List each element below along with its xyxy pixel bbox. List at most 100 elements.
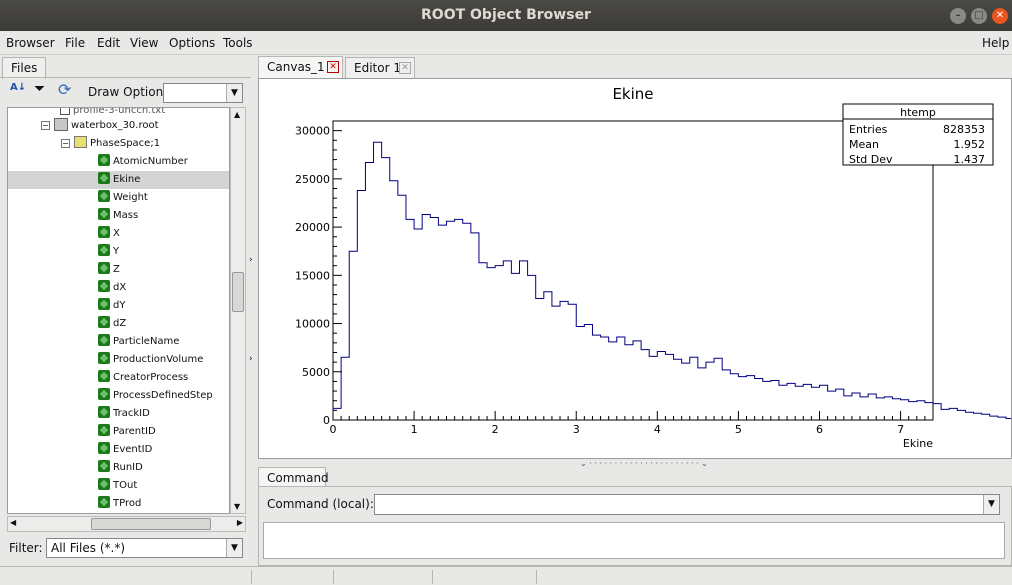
close-tab-icon[interactable]: ✕ (327, 61, 339, 73)
histogram-chart[interactable]: Ekine 0 1 2 3 4 5 6 7 0 5000 10000 15000 20000 25000 30… (259, 79, 1011, 458)
tree-leaf[interactable]: CreatorProcess (8, 369, 229, 387)
y-tick-label: 20000 (295, 221, 330, 234)
tab-editor[interactable]: Editor 1 ✕ (345, 57, 415, 79)
collapse-icon[interactable]: − (61, 139, 70, 148)
tree-leaf-label: AtomicNumber (113, 156, 188, 167)
stats-label: Mean (849, 138, 879, 151)
chevron-down-icon[interactable]: ▼ (226, 84, 242, 102)
splitter-arrow-icon[interactable]: › (249, 354, 253, 364)
x-tick-label: 2 (492, 423, 499, 436)
collapse-icon[interactable]: − (41, 121, 50, 130)
stats-value: 1.437 (954, 153, 986, 166)
menubar: Browser File Edit View Options Tools Hel… (0, 31, 1012, 55)
tree-leaf-label: Z (113, 264, 120, 275)
tree-leaf[interactable]: ParentID (8, 423, 229, 441)
tab-canvas-label: Canvas_1 (267, 60, 325, 74)
status-bar (0, 566, 1012, 585)
tree-item-phasespace[interactable]: − PhaseSpace;1 (61, 135, 160, 153)
tree-leaf-label: RunID (113, 462, 143, 473)
chevron-down-icon[interactable]: ▼ (226, 539, 242, 557)
tree-leaf-label: TOut (113, 480, 138, 491)
tree-leaf-label: dZ (113, 318, 127, 329)
leaf-icon (98, 190, 110, 202)
tree-leaf-label: Y (113, 246, 120, 257)
tree-leaf[interactable]: Mass (8, 207, 229, 225)
tab-files[interactable]: Files (2, 57, 46, 79)
leaf-icon (98, 316, 110, 328)
tree-leaf-label: dY (113, 300, 126, 311)
leaf-icon (98, 172, 110, 184)
filter-funnel-icon[interactable]: ⏷ (34, 81, 45, 97)
menu-file[interactable]: File (65, 36, 85, 50)
sort-icon[interactable]: A↓ (10, 82, 26, 93)
draw-option-combo[interactable]: ▼ (163, 83, 243, 103)
tree-leaf[interactable]: ProcessDefinedStep (8, 387, 229, 405)
scroll-down-icon[interactable]: ▼ (234, 502, 240, 511)
scroll-left-icon[interactable]: ◀ (10, 518, 16, 527)
x-tick-label: 6 (816, 423, 823, 436)
window-title: ROOT Object Browser (421, 7, 591, 23)
tree-leaf[interactable]: dY (8, 297, 229, 315)
tree-leaf[interactable]: RunID (8, 459, 229, 477)
menu-options[interactable]: Options (169, 36, 215, 50)
root-file-icon (54, 118, 68, 131)
tree-leaf-label: CreatorProcess (113, 372, 189, 383)
scroll-thumb-horizontal[interactable] (91, 518, 211, 530)
command-output[interactable] (263, 522, 1005, 559)
tree-leaf[interactable]: ProductionVolume (8, 351, 229, 369)
divider (251, 570, 252, 584)
tree-leaf[interactable]: X (8, 225, 229, 243)
scroll-thumb[interactable] (232, 272, 244, 312)
menu-tools[interactable]: Tools (223, 36, 253, 50)
filter-value: All Files (*.*) (51, 541, 126, 555)
tree-leaf[interactable]: Y (8, 243, 229, 261)
tree-leaf[interactable]: dX (8, 279, 229, 297)
histogram-line (332, 141, 1011, 420)
menu-browser[interactable]: Browser (6, 36, 55, 50)
y-tick-label: 10000 (295, 318, 330, 331)
tree-leaf[interactable]: TProd (8, 495, 229, 513)
leaf-icon (98, 226, 110, 238)
tree-leaf-label: Ekine (113, 174, 141, 185)
tab-canvas[interactable]: Canvas_1 ✕ (258, 56, 343, 78)
close-tab-icon[interactable]: ✕ (399, 62, 411, 74)
chevron-down-icon[interactable]: ▼ (983, 495, 999, 514)
leaf-icon (98, 334, 110, 346)
leaf-icon (98, 280, 110, 292)
file-tree: profile-3-unccn.txt − waterbox_30.root − P… (7, 107, 230, 514)
command-input[interactable]: ▼ (374, 494, 1000, 515)
splitter-arrow-icon[interactable]: › (249, 255, 253, 265)
menu-view[interactable]: View (130, 36, 158, 50)
tree-leaf[interactable]: TOut (8, 477, 229, 495)
tree-leaf-label: ParticleName (113, 336, 180, 347)
command-label: Command (local): (267, 497, 374, 511)
filter-combo[interactable]: All Files (*.*) ▼ (46, 538, 243, 558)
tree-leaf[interactable]: ParticleName (8, 333, 229, 351)
tree-leaf[interactable]: dZ (8, 315, 229, 333)
scroll-up-icon[interactable]: ▲ (234, 110, 240, 119)
refresh-icon[interactable]: ⟳ (58, 80, 71, 99)
tree-horizontal-scrollbar[interactable]: ◀ ▶ (7, 516, 246, 532)
splitter-handle-icon[interactable]: ⌄ · · · · · · · · · · · · · · · · · · · … (580, 459, 708, 468)
tree-leaf-label: TrackID (113, 408, 150, 419)
tree-leaf[interactable]: TrackID (8, 405, 229, 423)
y-tick-label: 30000 (295, 125, 330, 138)
tree-leaf[interactable]: EventID (8, 441, 229, 459)
tree-item-root-file[interactable]: − waterbox_30.root (41, 117, 159, 135)
tree-leaf[interactable]: Weight (8, 189, 229, 207)
stats-label: Std Dev (849, 153, 893, 166)
menu-edit[interactable]: Edit (97, 36, 120, 50)
menu-help[interactable]: Help (982, 36, 1009, 50)
leaf-icon (98, 208, 110, 220)
canvas[interactable]: Ekine 0 1 2 3 4 5 6 7 0 5000 10000 15000 20000 25000 30… (258, 78, 1012, 459)
tree-leaf[interactable]: Z (8, 261, 229, 279)
tree-leaf-label: Mass (113, 210, 139, 221)
divider (536, 570, 537, 584)
leaf-icon (98, 244, 110, 256)
tree-vertical-scrollbar[interactable]: ▲ ▼ (230, 107, 246, 514)
title-bar: – □ ✕ ROOT Object Browser (0, 0, 1012, 31)
divider (0, 77, 251, 78)
tree-leaf[interactable]: Ekine (8, 171, 229, 189)
scroll-right-icon[interactable]: ▶ (237, 518, 243, 527)
tree-leaf[interactable]: AtomicNumber (8, 153, 229, 171)
